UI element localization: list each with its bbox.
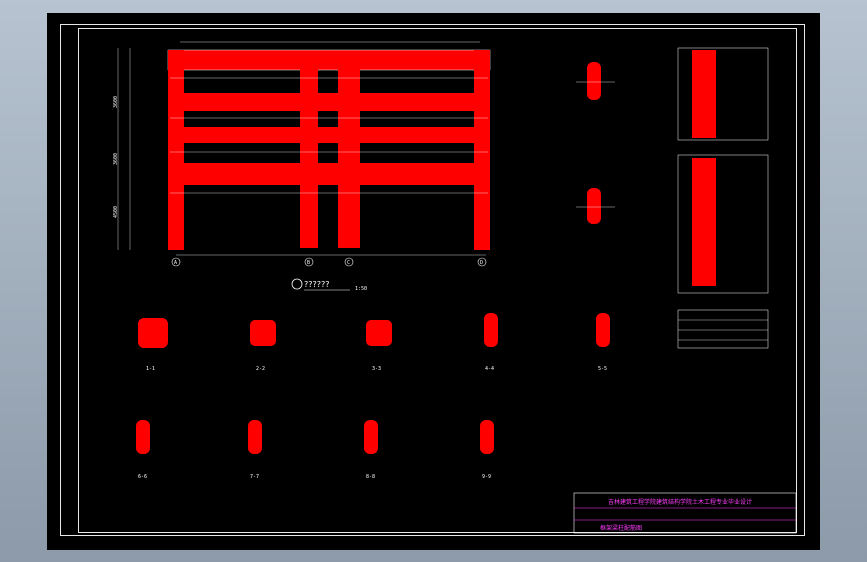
title-block: 吉林建筑工程学院建筑结构学院土木工程专业毕业设计 框架梁柱配筋图 (573, 492, 797, 534)
section-row-2: 6-6 7-7 8-8 9-9 (136, 420, 494, 480)
svg-text:4500: 4500 (113, 206, 119, 218)
svg-text:2-2: 2-2 (256, 366, 265, 372)
axis-label-a: A (174, 260, 177, 266)
section-row-1: 1-1 2-2 3-3 4-4 5-5 (138, 313, 610, 372)
rebar-tables (677, 47, 769, 349)
cad-drawing-canvas: 3600 3600 4500 A B C D ?????? 1:50 1-1 2… (113, 41, 797, 534)
view-label: ?????? (304, 280, 329, 289)
frame-elevation: 3600 3600 4500 (113, 41, 491, 256)
svg-text:1-1: 1-1 (146, 366, 155, 372)
svg-text:8-8: 8-8 (366, 474, 375, 480)
svg-text:3600: 3600 (113, 153, 119, 165)
axis-label-b: B (307, 260, 310, 266)
axis-label-d: D (480, 260, 483, 266)
title-block-school: 吉林建筑工程学院建筑结构学院土木工程专业毕业设计 (608, 498, 752, 506)
svg-text:6-6: 6-6 (138, 474, 147, 480)
column-section-details (576, 62, 615, 224)
svg-text:4-4: 4-4 (485, 366, 494, 372)
svg-text:7-7: 7-7 (250, 474, 259, 480)
view-scale: 1:50 (355, 286, 367, 292)
svg-text:9-9: 9-9 (482, 474, 491, 480)
svg-text:5-5: 5-5 (598, 366, 607, 372)
main-view-title: ?????? 1:50 (291, 278, 367, 292)
svg-text:3-3: 3-3 (372, 366, 381, 372)
cad-viewport[interactable]: 3600 3600 4500 A B C D ?????? 1:50 1-1 2… (0, 0, 867, 562)
axis-label-c: C (347, 260, 350, 266)
axis-markers: A B C D (171, 257, 487, 267)
title-block-drawing-name: 框架梁柱配筋图 (600, 524, 642, 532)
svg-text:3600: 3600 (113, 96, 119, 108)
